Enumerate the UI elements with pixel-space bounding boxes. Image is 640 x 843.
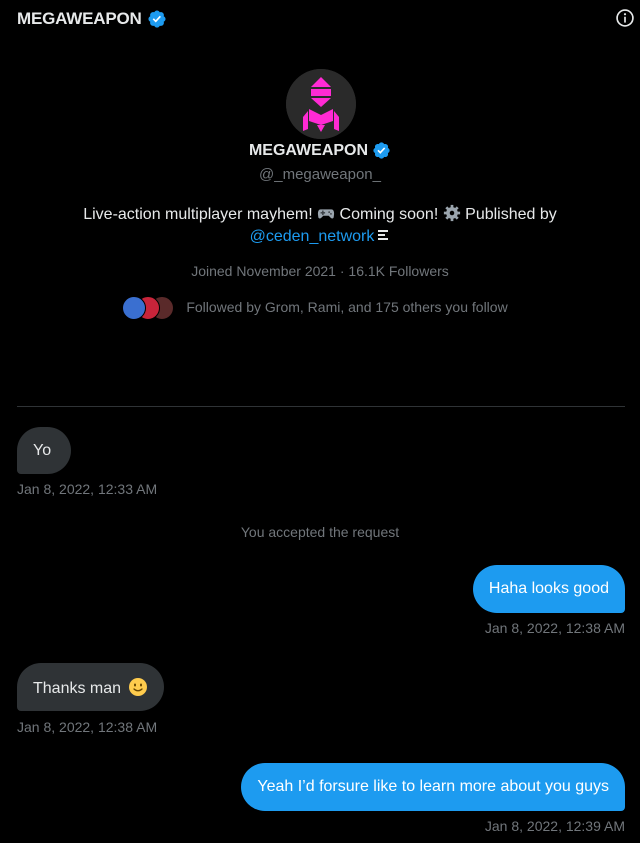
followed-by-text: Followed by Grom, Rami, and 175 others y… (186, 299, 508, 315)
bio-mention-link[interactable]: @ceden_network (250, 228, 375, 245)
verified-badge-icon (148, 10, 166, 28)
message-bubble[interactable]: Yo (17, 427, 71, 474)
profile-name-row[interactable]: MEGAWEAPON (0, 141, 640, 160)
bio-text: Live-action multiplayer mayhem! (83, 206, 318, 223)
dm-conversation-page: MEGAWEAPON MEGAWEAPON @_megaweapon_ Live… (0, 0, 640, 843)
message-timestamp: Jan 8, 2022, 12:38 AM (484, 620, 625, 636)
megaweapon-logo-icon (286, 69, 356, 139)
header-name: MEGAWEAPON (17, 9, 142, 28)
message-text: Yo (33, 442, 52, 459)
info-icon[interactable] (615, 8, 635, 28)
message-text: Thanks man (33, 680, 122, 697)
message-bubble[interactable]: Haha looks good (472, 565, 625, 613)
profile-joined-followers: Joined November 2021 · 16.1K Followers (191, 263, 449, 279)
message-timestamp: Jan 8, 2022, 12:39 AM (484, 818, 625, 834)
verified-badge-icon (373, 142, 390, 159)
message-bubble[interactable]: Thanks man (17, 663, 164, 711)
bio-text: Published by (460, 206, 557, 223)
profile-bio: Live-action multiplayer mayhem! Coming s… (40, 204, 600, 248)
followed-by-row[interactable]: Followed by Grom, Rami, and 175 others y… (0, 294, 634, 320)
profile-avatar[interactable] (286, 69, 356, 139)
message-timestamp: Jan 8, 2022, 12:33 AM (17, 481, 158, 497)
message-timestamp: Jan 8, 2022, 12:38 AM (17, 719, 158, 735)
system-note: You accepted the request (240, 524, 400, 540)
conversation-header: MEGAWEAPON (0, 0, 640, 40)
message-text: Yeah I’d forsure like to learn more abou… (257, 778, 609, 795)
message-bubble[interactable]: Yeah I’d forsure like to learn more abou… (241, 763, 625, 811)
bio-text: Coming soon! (335, 206, 443, 223)
profile-name: MEGAWEAPON (248, 141, 369, 159)
header-title[interactable]: MEGAWEAPON (17, 9, 167, 29)
gear-icon (443, 204, 460, 222)
ceden-logo-icon (378, 230, 389, 240)
message-text: Haha looks good (488, 580, 609, 597)
game-controller-icon (317, 209, 335, 219)
follower-avatars (120, 294, 175, 320)
divider (17, 406, 625, 407)
slightly-smiling-face-icon (128, 678, 147, 696)
profile-handle: @_megaweapon_ (259, 166, 381, 183)
